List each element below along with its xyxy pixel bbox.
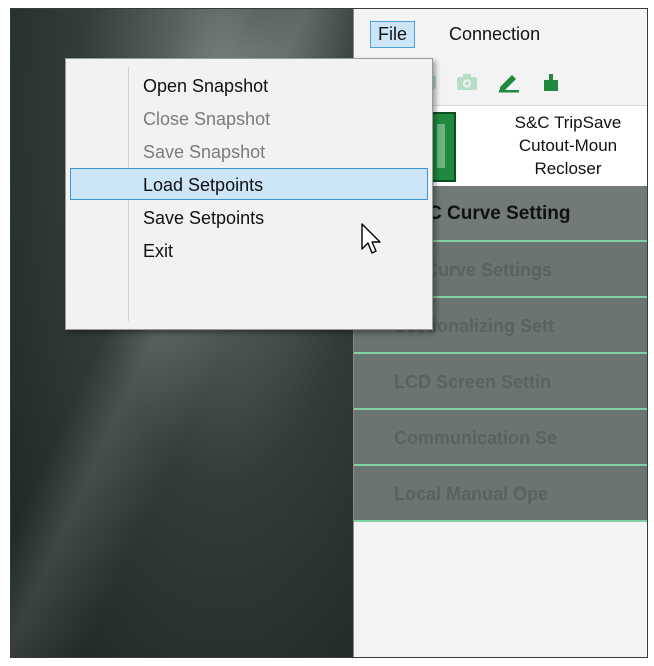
edit-icon[interactable] xyxy=(496,71,522,93)
power-icon[interactable] xyxy=(538,71,564,93)
device-name-line-1: S&C TripSave xyxy=(514,113,622,132)
screenshot-frame: File Connection S&C TripSave Cutout-Moun… xyxy=(10,8,648,658)
menu-file[interactable]: File xyxy=(370,20,416,48)
camera-icon[interactable] xyxy=(454,71,480,93)
device-name: S&C TripSave Cutout-Moun Recloser xyxy=(458,111,647,180)
menu-item-close-snapshot[interactable]: Close Snapshot xyxy=(70,102,428,134)
device-status-icon xyxy=(430,112,456,182)
menu-bar: File Connection xyxy=(354,9,647,59)
nav-communication-settings[interactable]: Communication Se xyxy=(354,410,647,466)
nav-local-manual-operation[interactable]: Local Manual Ope xyxy=(354,466,647,522)
nav-lcd-screen-settings[interactable]: LCD Screen Settin xyxy=(354,354,647,410)
device-name-line-2: Cutout-Moun xyxy=(518,136,618,155)
device-name-line-3: Recloser xyxy=(534,159,602,178)
mouse-cursor-icon xyxy=(361,223,383,262)
menu-item-load-setpoints[interactable]: Load Setpoints xyxy=(70,168,428,200)
menu-item-open-snapshot[interactable]: Open Snapshot xyxy=(70,69,428,101)
menu-item-save-snapshot[interactable]: Save Snapshot xyxy=(70,135,428,167)
menu-connection[interactable]: Connection xyxy=(441,21,548,48)
file-menu-dropdown: Open Snapshot Close Snapshot Save Snapsh… xyxy=(65,58,433,330)
